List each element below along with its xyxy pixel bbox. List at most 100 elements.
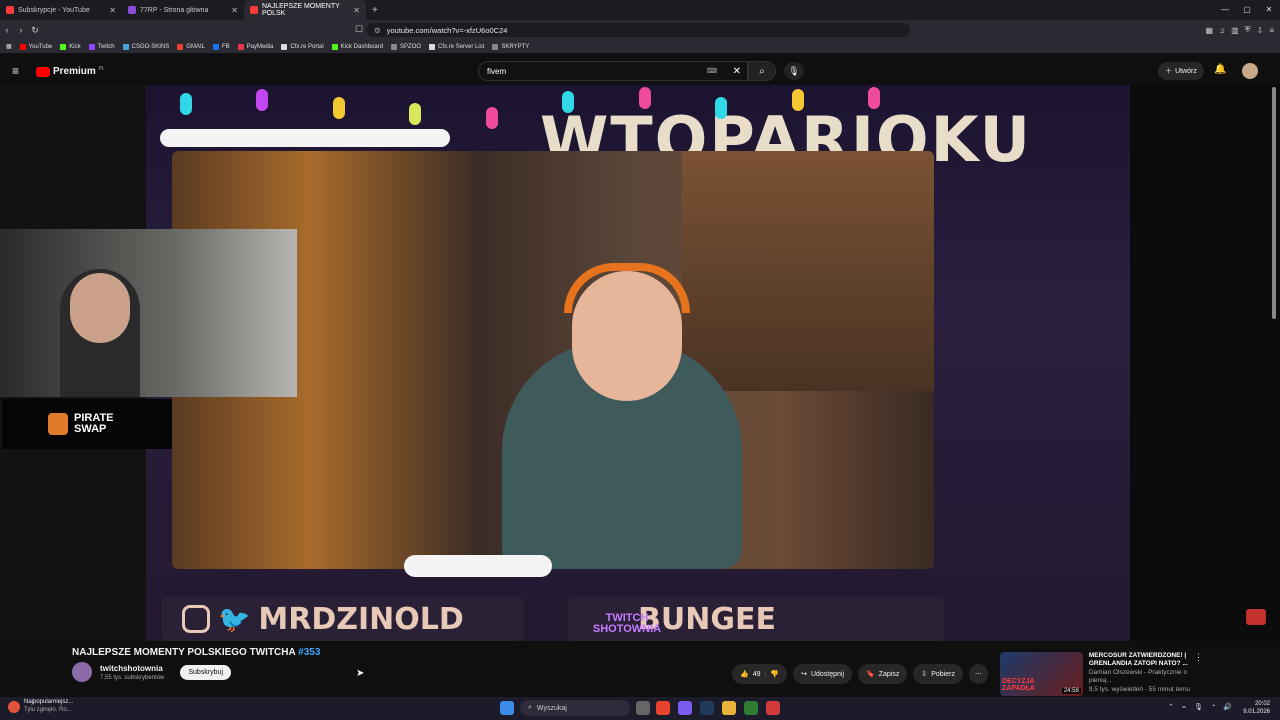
menu-icon[interactable]: ≡ — [1269, 26, 1274, 35]
window-controls: — ▢ ✕ — [1214, 0, 1280, 20]
tab-najlepsze-momenty[interactable]: NAJLEPSZE MOMENTY POLSK ✕ — [244, 0, 366, 20]
bookmark-gmail[interactable]: GMAIL — [177, 43, 205, 50]
bookmark-paymedia[interactable]: PayMedia — [237, 43, 273, 50]
apps-icon[interactable]: ▦ — [6, 43, 12, 50]
shield-icon[interactable]: ⛨ — [1245, 25, 1251, 35]
video-player[interactable]: WTOPARIOKU 🐦 MRDZINOLD BUNGEE TWITCH SHO… — [0, 85, 1280, 641]
save-button[interactable]: 🔖 Zapisz — [858, 664, 908, 684]
forward-icon[interactable]: › — [14, 25, 28, 35]
bookmark-cfx-server-list[interactable]: Cfx.re Server List — [429, 43, 484, 50]
recommended-video[interactable]: DECYZJA ZAPADŁA 24:58 MERCOSUR ZATWIERDZ… — [1000, 652, 1210, 696]
sidebar-icon[interactable]: ▥ — [1231, 26, 1239, 35]
tab-77rp[interactable]: 77RP - Strona główna ✕ — [122, 0, 244, 20]
discord-icon[interactable] — [678, 701, 692, 715]
windows-start-icon[interactable] — [500, 701, 514, 715]
divider: | — [764, 670, 767, 678]
channel-name[interactable]: twitchshotownia — [100, 664, 164, 673]
bookmark-csgo-skins[interactable]: CSGO-SKINS — [122, 43, 170, 50]
close-window-icon[interactable]: ✕ — [1258, 0, 1280, 20]
share-button[interactable]: ↪ Udostępnij — [793, 664, 853, 684]
bookmark-cfx-portal[interactable]: Cfx.re Portal — [281, 43, 324, 50]
site-info-icon[interactable]: ⚙ — [374, 26, 381, 35]
recommended-menu-icon[interactable]: ⋮ — [1194, 652, 1203, 663]
recommended-channel[interactable]: Damian Olszewski - Praktycznie o pienią.… — [1089, 669, 1210, 686]
sponsor-box: PIRATE SWAP — [2, 399, 172, 449]
channel-watermark-icon[interactable] — [1246, 609, 1266, 625]
light-bulb-icon — [638, 87, 651, 109]
search-input[interactable]: fivem ⌨ ✕ — [478, 61, 748, 81]
maximize-icon[interactable]: ▢ — [1236, 0, 1258, 20]
microphone-icon[interactable]: 🎙 — [1194, 703, 1203, 711]
minimize-icon[interactable]: — — [1214, 0, 1236, 20]
light-bulb-icon — [180, 93, 192, 115]
scrollbar-thumb[interactable] — [1272, 87, 1276, 319]
more-icon: ⋯ — [974, 671, 982, 678]
app-icon[interactable] — [744, 701, 758, 715]
video-hashtag[interactable]: #353 — [298, 647, 320, 658]
wifi-icon[interactable]: ◔ — [1211, 703, 1215, 711]
download-button[interactable]: ⇩ Pobierz — [913, 664, 963, 684]
bookmark-spzoo[interactable]: SPZOO — [391, 43, 421, 50]
back-icon[interactable]: ‹ — [0, 25, 14, 35]
url-field[interactable]: ⚙ youtube.com/watch?v=-xfzU6o0C24 — [366, 23, 910, 37]
recommended-thumbnail[interactable]: DECYZJA ZAPADŁA 24:58 — [1000, 652, 1083, 696]
bookmark-youtube[interactable]: YouTube — [19, 43, 52, 50]
recommended-title-line2[interactable]: GRENLANDIA ZATOPI NATO? ... — [1089, 660, 1210, 668]
bookmark-kick[interactable]: Kick — [60, 43, 81, 50]
tray-chevron-icon[interactable]: ⌃ — [1168, 703, 1174, 711]
taskbar-clock[interactable]: 20:02 9.01.2026 — [1243, 700, 1270, 716]
subscribe-button[interactable]: Subskrybuj — [180, 664, 232, 680]
clear-search-icon[interactable]: ✕ — [733, 66, 741, 77]
file-explorer-icon[interactable] — [722, 701, 736, 715]
network-icon[interactable]: ⌁ — [1182, 703, 1186, 711]
notifications-bell-icon[interactable]: 🔔 — [1214, 64, 1226, 75]
chrome-icon[interactable] — [766, 701, 780, 715]
youtube-play-icon — [36, 66, 50, 77]
task-view-icon[interactable] — [636, 701, 650, 715]
youtube-logo[interactable]: Premium PL — [36, 66, 105, 77]
download-icon[interactable]: ⇩ — [1257, 26, 1264, 35]
bookmark-label: CSGO-SKINS — [131, 43, 170, 50]
search-button[interactable]: ⌕ — [748, 61, 776, 81]
channel-avatar[interactable] — [72, 662, 92, 682]
bookmark-icon: 🔖 — [866, 671, 875, 678]
keyboard-icon[interactable]: ⌨ — [707, 67, 717, 75]
tab-subskrypcje[interactable]: Subskrypcje - YouTube ✕ — [0, 0, 122, 20]
bookmark-fb[interactable]: FB — [212, 43, 230, 50]
create-button[interactable]: ＋ Utwórz — [1158, 62, 1204, 80]
new-tab-button[interactable]: + — [366, 5, 384, 16]
video-actions: 👍 49 | 👎 ↪ Udostępnij 🔖 Zapisz ⇩ Pobierz ⋯ — [732, 664, 988, 684]
music-icon[interactable]: ♫ — [1219, 26, 1225, 35]
bookmark-kick-dashboard[interactable]: Kick Dashboard — [331, 43, 383, 50]
bookmark-label: Cfx.re Portal — [290, 43, 324, 50]
thumbs-down-icon[interactable]: 👎 — [770, 670, 779, 678]
news-widget[interactable]: Najpopularniejsz... Tylu zginęło. Ro... — [8, 699, 73, 715]
taskbar-search[interactable]: ⌕ Wyszukaj — [520, 700, 630, 716]
recommended-title-line1[interactable]: MERCOSUR ZATWIERDZONE! | — [1089, 652, 1210, 660]
voice-search-button[interactable]: 🎙 — [784, 62, 804, 80]
bookmark-skrypty[interactable]: SKRYPTY — [492, 43, 529, 50]
more-actions-button[interactable]: ⋯ — [968, 664, 988, 684]
bookmark-twitch[interactable]: Twitch — [88, 43, 115, 50]
close-icon[interactable]: ✕ — [353, 6, 360, 15]
hamburger-menu-icon[interactable]: ≡ — [12, 64, 19, 78]
share-label: Udostępnij — [810, 670, 845, 678]
news-line2: Tylu zginęło. Ro... — [24, 706, 72, 713]
close-icon[interactable]: ✕ — [231, 6, 238, 15]
reload-icon[interactable]: ↻ — [28, 25, 42, 36]
gmail-icon — [177, 43, 184, 50]
steam-icon[interactable] — [700, 701, 714, 715]
video-title: NAJLEPSZE MOMENTY POLSKIEGO TWITCHA #353 — [72, 647, 320, 658]
extension-icon[interactable]: ▦ — [1206, 26, 1214, 35]
thumbs-up-icon[interactable]: 👍 — [740, 670, 749, 678]
bookmark-icon[interactable]: ☐ — [352, 24, 366, 35]
close-icon[interactable]: ✕ — [109, 6, 116, 15]
volume-icon[interactable]: 🔊 — [1223, 703, 1232, 711]
shelf-wall — [682, 151, 934, 391]
scrollbar[interactable] — [1272, 85, 1278, 641]
like-count[interactable]: 49 — [753, 671, 761, 678]
account-avatar[interactable] — [1242, 63, 1258, 79]
search-icon: ⌕ — [759, 65, 765, 77]
folder-icon — [391, 43, 398, 50]
brave-browser-icon[interactable] — [656, 701, 670, 715]
